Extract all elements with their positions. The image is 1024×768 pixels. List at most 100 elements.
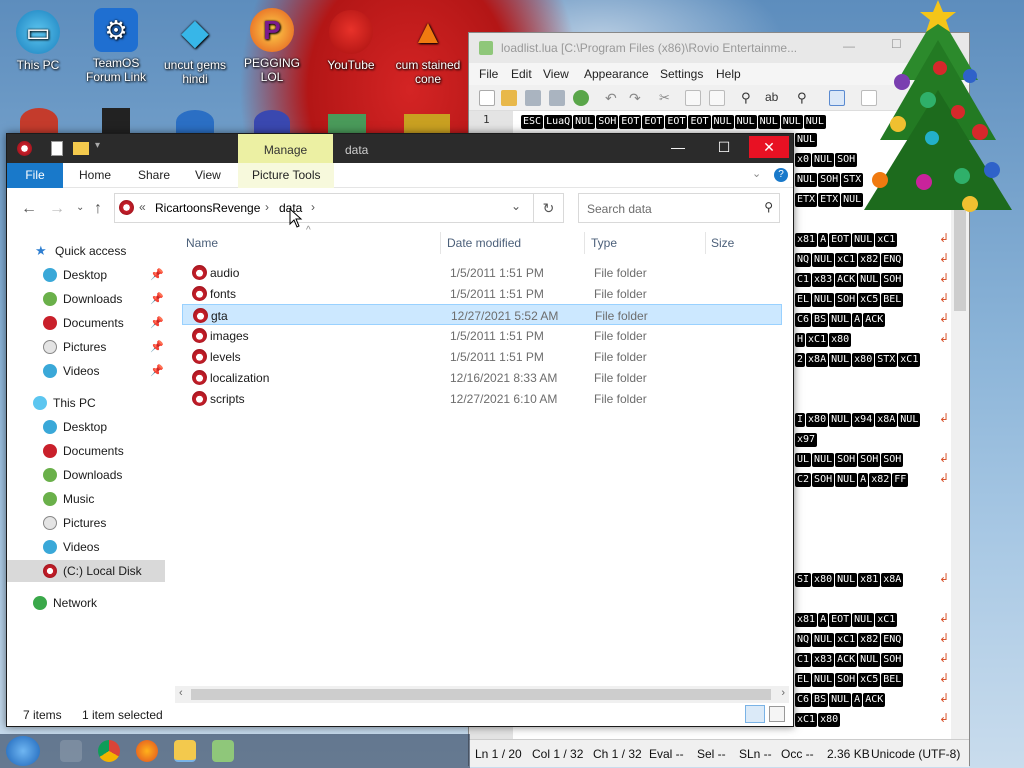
nav-qa-downloads[interactable]: Downloads bbox=[43, 288, 143, 310]
scroll-left-icon[interactable]: ‹ bbox=[179, 687, 183, 699]
new-folder-icon[interactable] bbox=[73, 142, 89, 155]
column-header-size[interactable]: Size bbox=[711, 236, 734, 250]
explorer-app-icon[interactable] bbox=[17, 141, 32, 156]
up-button[interactable]: ↑ bbox=[94, 200, 102, 218]
nav-pc-desktop[interactable]: Desktop bbox=[43, 416, 153, 438]
desktop-icon-partial-6[interactable] bbox=[404, 114, 450, 134]
nav-pc-pictures[interactable]: Pictures bbox=[43, 512, 153, 534]
explorer-titlebar[interactable]: ▾ Manage data — ☐ ✕ bbox=[7, 134, 793, 163]
desktop-icon-partial-5[interactable] bbox=[328, 114, 366, 134]
tab-home[interactable]: Home bbox=[65, 163, 125, 188]
details-view-icon[interactable] bbox=[745, 705, 765, 723]
tab-share[interactable]: Share bbox=[124, 163, 184, 188]
desktop-icon-teamos[interactable]: ⚙ TeamOS Forum Link bbox=[78, 8, 154, 84]
desktop-icon-partial-2[interactable] bbox=[102, 108, 130, 134]
breadcrumb-overflow[interactable]: « bbox=[139, 200, 146, 214]
nav-qa-videos[interactable]: Videos bbox=[43, 360, 143, 382]
refresh-button[interactable]: ↻ bbox=[534, 193, 564, 223]
back-button[interactable]: ← bbox=[21, 200, 37, 218]
cut-icon[interactable]: ✂ bbox=[659, 90, 675, 106]
desktop-icon-partial-4[interactable] bbox=[254, 110, 290, 134]
nav-quick-access[interactable]: ★ Quick access bbox=[35, 240, 165, 262]
desktop-icon-pegging[interactable]: P PEGGING LOL bbox=[234, 8, 310, 84]
find-icon[interactable]: ⚲ bbox=[741, 90, 757, 106]
notepad-minimize-button[interactable]: — bbox=[843, 39, 855, 53]
nav-pc-local-disk[interactable]: (C:) Local Disk bbox=[7, 560, 165, 582]
column-header-type[interactable]: Type bbox=[591, 236, 617, 250]
file-row[interactable]: localization 12/16/2021 8:33 AM File fol… bbox=[182, 367, 782, 388]
maximize-button[interactable]: ☐ bbox=[704, 136, 744, 158]
word-wrap-icon[interactable] bbox=[829, 90, 845, 106]
start-button[interactable] bbox=[6, 736, 40, 766]
desktop-icon-youtube[interactable]: YouTube bbox=[313, 10, 389, 72]
reload-icon[interactable] bbox=[573, 90, 589, 106]
paste-icon[interactable] bbox=[709, 90, 725, 106]
pin-icon[interactable]: 📌 bbox=[150, 316, 164, 329]
scrollbar-thumb[interactable] bbox=[191, 689, 771, 700]
desktop-icon-partial-1[interactable] bbox=[20, 108, 58, 134]
file-row[interactable]: images 1/5/2011 1:51 PM File folder bbox=[182, 325, 782, 346]
help-icon[interactable]: ? bbox=[774, 168, 788, 182]
file-row[interactable]: audio 1/5/2011 1:51 PM File folder bbox=[182, 262, 782, 283]
close-button[interactable]: ✕ bbox=[749, 136, 789, 158]
zoom-icon[interactable]: ⚲ bbox=[797, 90, 813, 106]
nav-pc-documents[interactable]: Documents bbox=[43, 440, 153, 462]
open-folder-icon[interactable] bbox=[501, 90, 517, 106]
menu-file[interactable]: File bbox=[479, 67, 498, 81]
address-dropdown-icon[interactable]: ⌄ bbox=[511, 199, 521, 213]
quick-access-dropdown-icon[interactable]: ▾ bbox=[95, 140, 100, 151]
nav-qa-desktop[interactable]: Desktop bbox=[43, 264, 143, 286]
copy-icon[interactable] bbox=[685, 90, 701, 106]
desktop-icon-partial-3[interactable] bbox=[176, 110, 214, 134]
file-row[interactable]: scripts 12/27/2021 6:10 AM File folder bbox=[182, 388, 782, 409]
manage-contextual-tab[interactable]: Manage bbox=[238, 134, 333, 163]
firefox-icon[interactable] bbox=[136, 740, 158, 762]
save-all-icon[interactable] bbox=[549, 90, 565, 106]
nav-pc-downloads[interactable]: Downloads bbox=[43, 464, 153, 486]
column-separator[interactable] bbox=[705, 232, 706, 254]
file-row-selected[interactable]: gta 12/27/2021 5:52 AM File folder bbox=[182, 304, 782, 325]
notepad-taskbar-icon[interactable] bbox=[212, 740, 234, 762]
address-bar[interactable]: « RicartoonsRevenge › data › ⌄ bbox=[114, 193, 534, 223]
save-icon[interactable] bbox=[525, 90, 541, 106]
menu-view[interactable]: View bbox=[543, 67, 569, 81]
tab-file[interactable]: File bbox=[7, 163, 63, 188]
nav-qa-pictures[interactable]: Pictures bbox=[43, 336, 143, 358]
file-row[interactable]: levels 1/5/2011 1:51 PM File folder bbox=[182, 346, 782, 367]
desktop-icon-uncut-gems[interactable]: ◆ uncut gems hindi bbox=[157, 10, 233, 87]
breadcrumb-parent[interactable]: RicartoonsRevenge bbox=[155, 201, 260, 215]
desktop-icon-cone[interactable]: ▲ cum stained cone bbox=[390, 10, 466, 86]
undo-icon[interactable]: ↶ bbox=[605, 90, 621, 106]
recent-locations-button[interactable]: ⌄ bbox=[76, 202, 84, 213]
properties-icon[interactable] bbox=[51, 141, 63, 156]
scroll-right-icon[interactable]: › bbox=[781, 687, 785, 699]
pin-icon[interactable]: 📌 bbox=[150, 364, 164, 377]
tab-view[interactable]: View bbox=[181, 163, 235, 188]
chrome-icon[interactable] bbox=[98, 740, 120, 762]
nav-pc-music[interactable]: Music bbox=[43, 488, 153, 510]
column-separator[interactable] bbox=[440, 232, 441, 254]
search-taskbar-icon[interactable] bbox=[60, 740, 82, 762]
file-row[interactable]: fonts 1/5/2011 1:51 PM File folder bbox=[182, 283, 782, 304]
desktop-icon-this-pc[interactable]: ▭ This PC bbox=[0, 10, 76, 72]
file-explorer-window[interactable]: ▾ Manage data — ☐ ✕ File Home Share View… bbox=[6, 133, 794, 727]
menu-edit[interactable]: Edit bbox=[511, 67, 532, 81]
nav-pc-videos[interactable]: Videos bbox=[43, 536, 153, 558]
large-icons-view-icon[interactable] bbox=[769, 706, 785, 722]
redo-icon[interactable]: ↷ bbox=[629, 90, 645, 106]
column-header-date[interactable]: Date modified bbox=[447, 236, 521, 250]
search-input[interactable]: Search data ⚲ bbox=[578, 193, 780, 223]
new-file-icon[interactable] bbox=[479, 90, 495, 106]
file-explorer-taskbar-icon[interactable] bbox=[174, 740, 196, 762]
forward-button[interactable]: → bbox=[49, 200, 65, 218]
nav-network[interactable]: Network bbox=[33, 592, 163, 614]
horizontal-scrollbar[interactable]: ‹ › bbox=[175, 686, 789, 703]
column-separator[interactable] bbox=[584, 232, 585, 254]
code-line-1[interactable]: ESC LuaQ NUL SOH EOT EOT EOT EOT NUL NUL NUL NUL NUL bbox=[521, 113, 827, 129]
nav-qa-documents[interactable]: Documents bbox=[43, 312, 143, 334]
pin-icon[interactable]: 📌 bbox=[150, 268, 164, 281]
column-header-name[interactable]: Name bbox=[186, 236, 218, 250]
replace-icon[interactable]: ab bbox=[765, 90, 781, 106]
minimize-button[interactable]: — bbox=[658, 136, 698, 158]
expand-ribbon-icon[interactable]: ⌄ bbox=[752, 167, 761, 180]
